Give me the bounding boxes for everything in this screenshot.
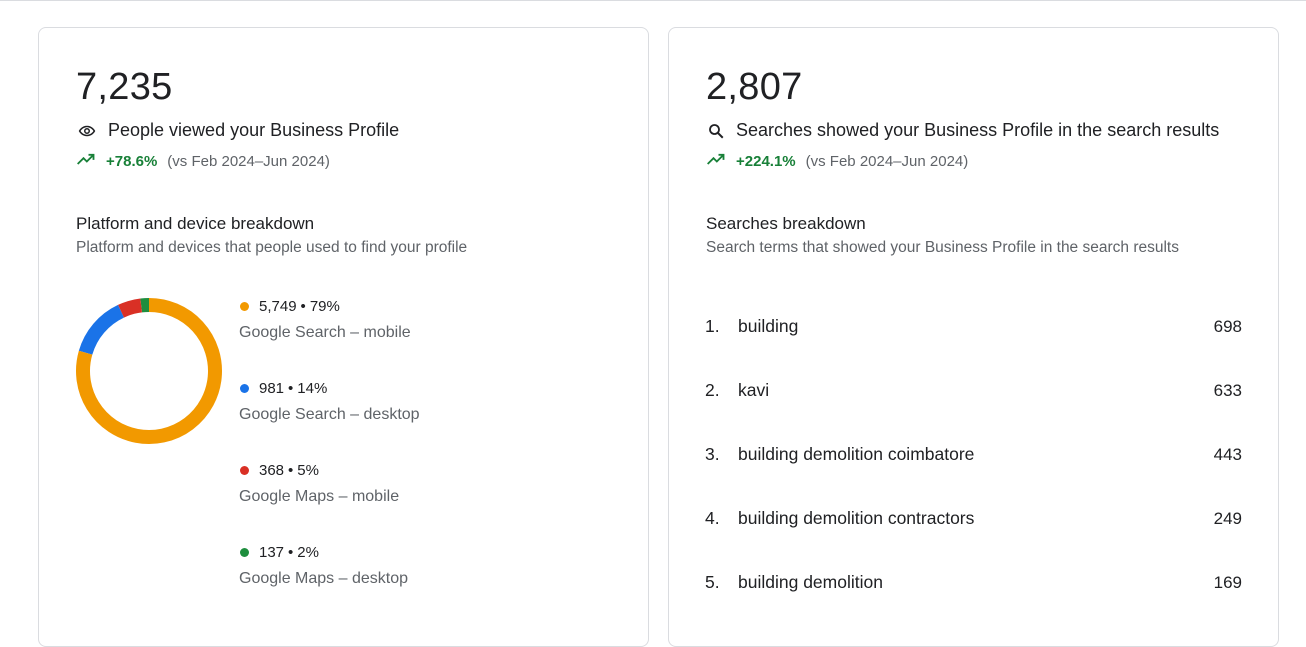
legend-separator: • (288, 380, 293, 397)
search-term: building demolition contractors (738, 508, 1214, 529)
searches-metric: Searches showed your Business Profile in… (706, 120, 1219, 141)
search-rank: 3. (705, 444, 738, 465)
searches-breakdown-title: Searches breakdown (706, 214, 866, 234)
legend-percent: 5% (297, 462, 319, 479)
search-count: 443 (1214, 445, 1242, 465)
search-term-row: 1. building 698 (705, 316, 1242, 337)
legend-label: Google Maps – mobile (239, 488, 399, 506)
legend-dot (240, 384, 249, 393)
legend-dot (240, 466, 249, 475)
searches-value: 2,807 (706, 66, 803, 109)
legend-label: Google Maps – desktop (239, 570, 408, 588)
legend-count: 981 (259, 380, 284, 397)
platform-donut-chart (74, 296, 224, 446)
search-count: 249 (1214, 509, 1242, 529)
profile-views-value: 7,235 (76, 66, 173, 109)
trend-compare-period: (vs Feb 2024–Jun 2024) (806, 153, 969, 170)
legend-percent: 79% (310, 298, 340, 315)
search-term: building demolition (738, 572, 1214, 593)
donut-segment-google-maps-mobile (121, 305, 141, 311)
top-divider (0, 0, 1306, 1)
search-term: kavi (738, 380, 1214, 401)
legend-separator: • (288, 544, 293, 561)
trend-compare-period: (vs Feb 2024–Jun 2024) (167, 153, 330, 170)
legend-separator: • (301, 298, 306, 315)
platform-breakdown-subtitle: Platform and devices that people used to… (76, 239, 467, 257)
donut-segment-google-search-desktop (86, 311, 121, 352)
legend-item: 137 • 2% Google Maps – desktop (239, 544, 408, 588)
search-term-row: 3. building demolition coimbatore 443 (705, 444, 1242, 465)
search-rank: 2. (705, 380, 738, 401)
legend-count: 5,749 (259, 298, 297, 315)
searches-trend: +224.1% (vs Feb 2024–Jun 2024) (706, 152, 968, 170)
searches-label: Searches showed your Business Profile in… (736, 120, 1219, 141)
trending-up-icon (706, 152, 726, 170)
legend-item: 5,749 • 79% Google Search – mobile (239, 298, 411, 342)
profile-views-trend: +78.6% (vs Feb 2024–Jun 2024) (76, 152, 330, 170)
search-rank: 4. (705, 508, 738, 529)
legend-separator: • (288, 462, 293, 479)
legend-label: Google Search – desktop (239, 406, 420, 424)
profile-views-metric: People viewed your Business Profile (76, 120, 399, 141)
legend-dot (240, 548, 249, 557)
search-term-row: 4. building demolition contractors 249 (705, 508, 1242, 529)
legend-dot (240, 302, 249, 311)
trend-percent: +78.6% (106, 153, 157, 170)
profile-views-card: 7,235 People viewed your Business Profil… (38, 27, 649, 647)
eye-icon (76, 122, 98, 140)
searches-breakdown-subtitle: Search terms that showed your Business P… (706, 239, 1179, 257)
search-term-row: 5. building demolition 169 (705, 572, 1242, 593)
search-icon (706, 122, 726, 140)
search-rank: 5. (705, 572, 738, 593)
searches-card: 2,807 Searches showed your Business Prof… (668, 27, 1279, 647)
platform-breakdown-title: Platform and device breakdown (76, 214, 314, 234)
search-count: 698 (1214, 317, 1242, 337)
search-rank: 1. (705, 316, 738, 337)
trend-percent: +224.1% (736, 153, 796, 170)
legend-percent: 2% (297, 544, 319, 561)
search-count: 169 (1214, 573, 1242, 593)
legend-count: 368 (259, 462, 284, 479)
profile-views-label: People viewed your Business Profile (108, 120, 399, 141)
legend-percent: 14% (297, 380, 327, 397)
legend-item: 368 • 5% Google Maps – mobile (239, 462, 399, 506)
legend-item: 981 • 14% Google Search – desktop (239, 380, 420, 424)
trending-up-icon (76, 152, 96, 170)
search-term: building demolition coimbatore (738, 444, 1214, 465)
search-term-row: 2. kavi 633 (705, 380, 1242, 401)
search-count: 633 (1214, 381, 1242, 401)
search-term: building (738, 316, 1214, 337)
legend-count: 137 (259, 544, 284, 561)
legend-label: Google Search – mobile (239, 324, 411, 342)
